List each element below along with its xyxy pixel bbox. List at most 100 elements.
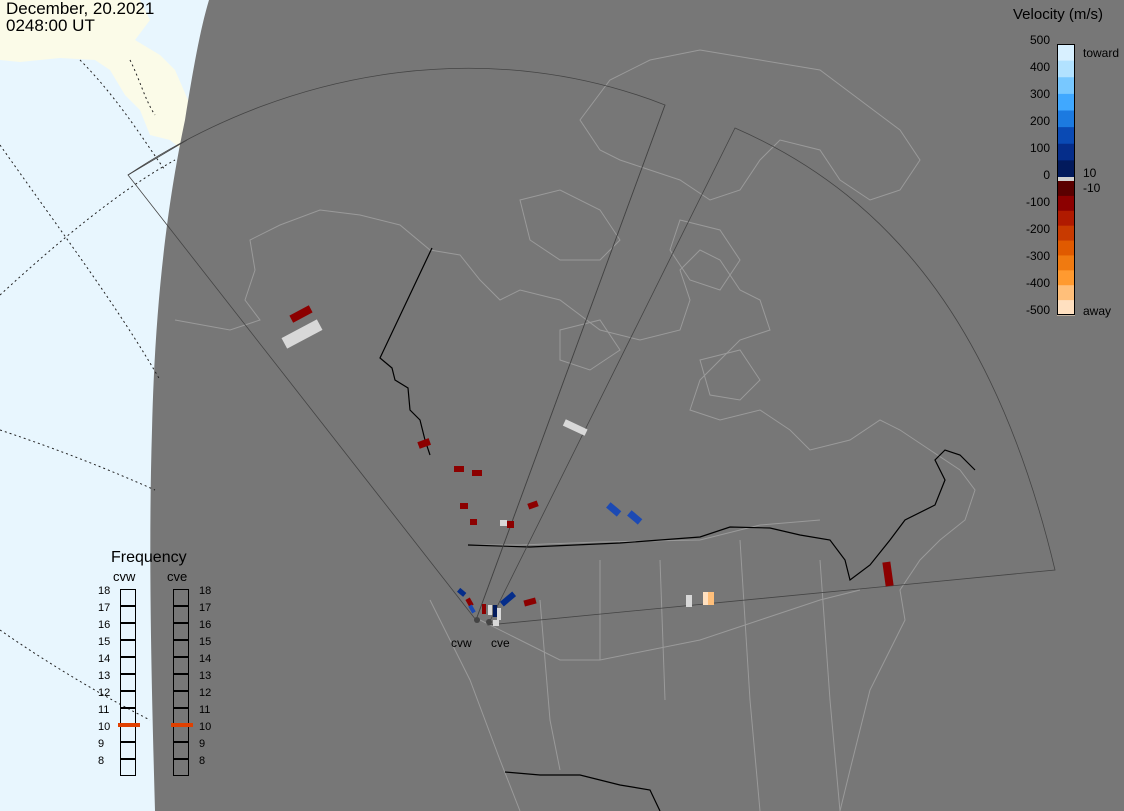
frequency-title: Frequency: [111, 549, 187, 566]
time-label: 0248:00 UT: [6, 16, 95, 35]
frequency-value-label: 17: [98, 602, 111, 614]
selected-frequency-marker: [171, 723, 193, 727]
frequency-value-label: 14: [199, 653, 212, 665]
freq-radar-label-cvw: cvw: [113, 569, 136, 584]
colorbar-segment: [1057, 44, 1075, 62]
velocity-tick-label: -500: [1025, 303, 1050, 317]
echo: [493, 620, 499, 626]
velocity-tick-label: 100: [1029, 141, 1050, 155]
colorbar-segment: [1057, 127, 1075, 145]
velocity-colorbar: [1057, 44, 1075, 316]
radar-site-cvw: [474, 617, 480, 623]
away-label: away: [1083, 304, 1112, 318]
night-shade: [150, 0, 1124, 811]
frequency-value-label: 10: [199, 721, 212, 733]
frequency-cell: [173, 691, 189, 708]
colorbar-segment: [1057, 195, 1075, 212]
frequency-cell: [120, 623, 136, 640]
frequency-cell: [120, 674, 136, 691]
frequency-cell: [120, 691, 136, 708]
frequency-value-label: 8: [98, 755, 105, 767]
velocity-tick-label: 200: [1029, 114, 1050, 128]
frequency-value-label: 15: [199, 636, 212, 648]
threshold-neg-label: -10: [1083, 181, 1101, 195]
velocity-tick-label: 400: [1029, 60, 1050, 74]
frequency-value-label: 18: [98, 585, 111, 597]
frequency-cell: [120, 606, 136, 623]
echo: [493, 605, 497, 617]
map-canvas: [0, 0, 1124, 811]
colorbar-segment: [1057, 300, 1075, 316]
colorbar-segment: [1057, 143, 1075, 161]
frequency-cell: [173, 759, 189, 776]
colorbar-segment: [1057, 255, 1075, 271]
frequency-value-label: 12: [199, 687, 212, 699]
selected-frequency-marker: [118, 723, 140, 727]
frequency-value-label: 10: [98, 721, 111, 733]
frequency-cell: [173, 674, 189, 691]
colorbar-segment: [1057, 60, 1075, 78]
radar-label-cvw: cvw: [451, 636, 472, 650]
threshold-pos-label: 10: [1083, 166, 1097, 180]
frequency-cell: [120, 725, 136, 742]
colorbar-segment: [1057, 240, 1075, 256]
frequency-cell: [173, 725, 189, 742]
colorbar-segment: [1057, 93, 1075, 111]
frequency-value-label: 13: [98, 670, 111, 682]
echo: [470, 519, 477, 525]
velocity-tick-label: -400: [1025, 276, 1050, 290]
frequency-cell: [173, 623, 189, 640]
echo: [507, 521, 514, 528]
colorbar-segment: [1057, 210, 1075, 227]
frequency-cell: [120, 742, 136, 759]
frequency-value-label: 16: [98, 619, 111, 631]
frequency-cell: [173, 589, 189, 606]
echo: [488, 605, 492, 615]
echo: [454, 466, 464, 472]
colorbar-segment: [1057, 270, 1075, 286]
echo: [686, 595, 692, 607]
echo: [497, 608, 501, 620]
frequency-cell: [120, 640, 136, 657]
velocity-tick-label: -200: [1025, 222, 1050, 236]
echo: [500, 520, 507, 526]
frequency-cell: [173, 640, 189, 657]
toward-label: toward: [1083, 46, 1120, 60]
colorbar-segment: [1057, 285, 1075, 301]
frequency-value-label: 9: [199, 738, 206, 750]
velocity-tick-label: -300: [1025, 249, 1050, 263]
velocity-tick-label: -100: [1025, 195, 1050, 209]
frequency-value-label: 8: [199, 755, 206, 767]
frequency-value-label: 9: [98, 738, 105, 750]
frequency-cell: [173, 606, 189, 623]
velocity-title: Velocity (m/s): [1013, 6, 1104, 23]
colorbar-segment: [1057, 160, 1075, 178]
frequency-value-label: 13: [199, 670, 212, 682]
colorbar-segment: [1057, 225, 1075, 242]
frequency-cell: [173, 657, 189, 674]
frequency-value-label: 14: [98, 653, 111, 665]
echo: [482, 604, 486, 614]
radar-label-cve: cve: [491, 636, 510, 650]
velocity-tick-label: 0: [1043, 168, 1050, 182]
echo: [460, 503, 468, 509]
colorbar-segment: [1057, 77, 1075, 95]
colorbar-segment: [1057, 110, 1075, 128]
frequency-cell: [173, 742, 189, 759]
frequency-cell: [120, 759, 136, 776]
velocity-tick-label: 500: [1029, 33, 1050, 47]
echo: [703, 592, 708, 605]
frequency-cell: [120, 589, 136, 606]
echo: [472, 470, 482, 476]
frequency-cell: [120, 657, 136, 674]
frequency-value-label: 12: [98, 687, 111, 699]
frequency-value-label: 15: [98, 636, 111, 648]
freq-radar-label-cve: cve: [167, 569, 188, 584]
radar-site-cve: [486, 619, 492, 625]
frequency-value-label: 17: [199, 602, 212, 614]
date-label: December, 20.2021: [6, 0, 155, 18]
velocity-tick-label: 300: [1029, 87, 1050, 101]
colorbar-segment: [1057, 181, 1075, 197]
frequency-value-label: 11: [98, 704, 110, 716]
frequency-value-label: 16: [199, 619, 212, 631]
